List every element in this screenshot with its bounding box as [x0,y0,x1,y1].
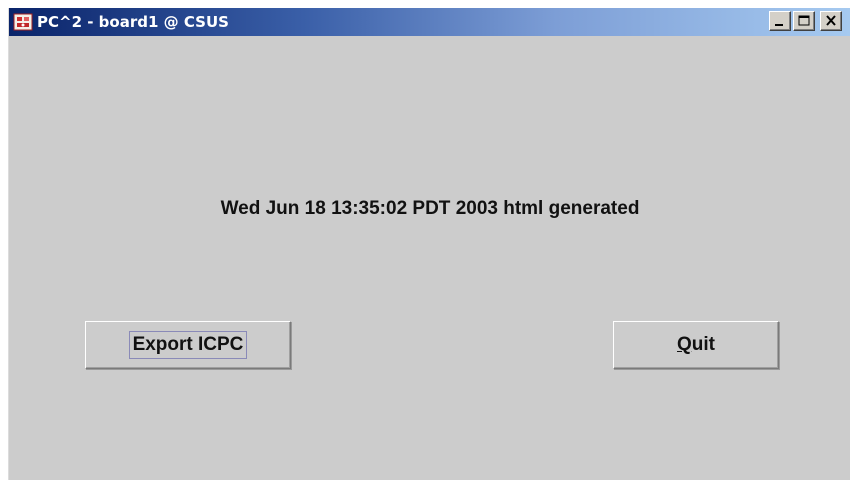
pc2-app-icon[interactable] [13,12,33,32]
close-button[interactable] [820,11,842,31]
quit-label: Quit [677,334,715,356]
minimize-icon [775,24,783,26]
app-window: PC^2 - board1 @ CSUS Wed Jun 18 13:35:02… [8,8,850,480]
status-message: Wed Jun 18 13:35:02 PDT 2003 html genera… [220,198,640,219]
export-icpc-button[interactable]: Export ICPC [85,321,291,369]
quit-label-rest: uit [691,334,715,355]
minimize-button[interactable] [769,11,791,31]
close-icon [826,15,836,26]
window-title: PC^2 - board1 @ CSUS [37,13,229,31]
export-icpc-label: Export ICPC [128,331,248,359]
maximize-icon [798,15,810,26]
quit-mnemonic: Q [677,334,692,355]
quit-button[interactable]: Quit [613,321,779,369]
title-bar[interactable]: PC^2 - board1 @ CSUS [9,8,850,36]
maximize-button[interactable] [793,11,815,31]
